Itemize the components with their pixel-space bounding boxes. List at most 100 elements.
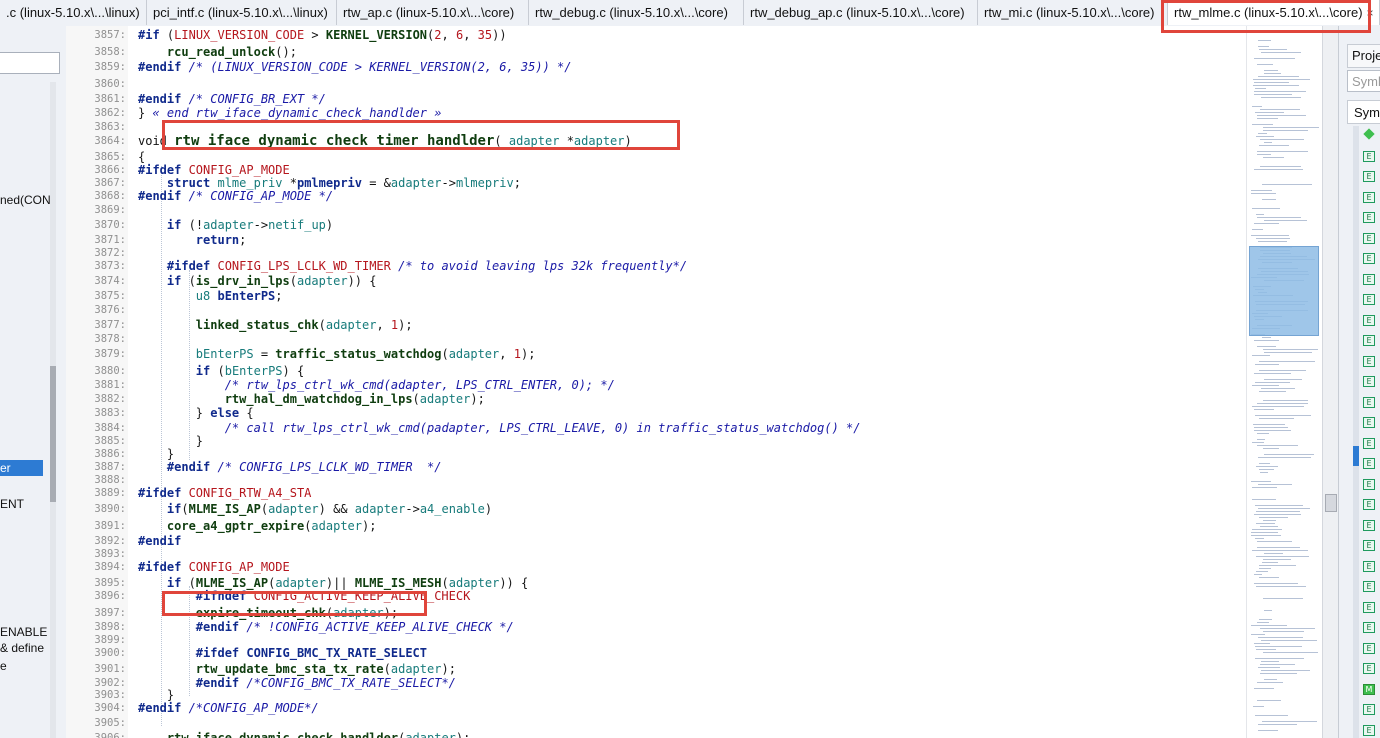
left-panel-item[interactable]: e bbox=[0, 658, 7, 674]
enum-symbol-icon[interactable]: E bbox=[1363, 437, 1375, 449]
code-token: pmlmepriv bbox=[296, 176, 362, 190]
code-token: #endif bbox=[195, 620, 247, 634]
tab-7[interactable]: rtw_mlme.c (linux-5.10.x\...\core) × bbox=[1168, 0, 1380, 25]
minimap-line bbox=[1254, 58, 1295, 59]
left-panel-item[interactable]: ENABLE bbox=[0, 624, 47, 640]
code-token: 35 bbox=[477, 28, 493, 42]
code-token: #ifndef bbox=[195, 589, 254, 603]
macro-symbol-icon[interactable]: M bbox=[1363, 683, 1375, 695]
enum-symbol-icon[interactable]: E bbox=[1363, 355, 1375, 367]
code-token: 1 bbox=[513, 347, 521, 361]
line-number: 3891: bbox=[94, 520, 126, 532]
left-panel: ned(CON er ENT ENABLE & define e bbox=[0, 26, 67, 738]
left-panel-scrollbar-thumb[interactable] bbox=[50, 366, 56, 502]
enum-symbol-icon[interactable]: E bbox=[1363, 294, 1375, 305]
code-text: /* call rtw_lps_ctrl_wk_cmd(padapter, LP… bbox=[138, 421, 861, 436]
minimap-line bbox=[1252, 385, 1279, 386]
minimap-line bbox=[1259, 568, 1271, 569]
code-token: LINUX_VERSION_CODE bbox=[174, 28, 305, 42]
left-panel-search-input[interactable] bbox=[0, 52, 60, 74]
enum-symbol-icon[interactable]: E bbox=[1363, 314, 1375, 326]
code-token: #endif bbox=[138, 534, 182, 548]
left-panel-item[interactable]: & define bbox=[0, 640, 44, 656]
tab-1[interactable]: .c (linux-5.10.x\...\linux) bbox=[0, 0, 147, 25]
minimap-line bbox=[1260, 109, 1300, 110]
minimap-line bbox=[1257, 403, 1308, 404]
code-token: /* CONFIG_AP_MODE */ bbox=[188, 189, 334, 203]
project-tab[interactable]: Project bbox=[1347, 44, 1380, 68]
code-text: #ifndef CONFIG_ACTIVE_KEEP_ALIVE_CHECK bbox=[138, 589, 471, 604]
enum-symbol-icon[interactable]: E bbox=[1363, 191, 1375, 203]
code-minimap[interactable] bbox=[1246, 26, 1323, 738]
enum-symbol-icon[interactable]: E bbox=[1363, 417, 1375, 428]
minimap-viewport[interactable] bbox=[1249, 246, 1319, 336]
minimap-line bbox=[1255, 382, 1290, 383]
enum-symbol-icon[interactable]: E bbox=[1363, 212, 1375, 223]
left-panel-item[interactable]: ned(CON bbox=[0, 192, 51, 208]
code-token: MLME_IS_MESH bbox=[354, 576, 442, 590]
symbol-list-header[interactable]: Symbol bbox=[1347, 100, 1380, 124]
enum-symbol-icon[interactable]: E bbox=[1363, 171, 1375, 182]
code-text: if (!adapter->netif_up) bbox=[138, 218, 333, 233]
code-editor[interactable]: 3857: #if (LINUX_VERSION_CODE > KERNEL_VE… bbox=[66, 26, 1246, 738]
code-token: linked_status_chk bbox=[195, 318, 319, 332]
code-token: ( bbox=[383, 662, 391, 676]
code-token: adapter bbox=[203, 218, 254, 232]
code-token: MLME_IS_AP bbox=[188, 502, 261, 516]
code-token: if bbox=[166, 576, 189, 590]
left-panel-item[interactable]: ENT bbox=[0, 496, 24, 512]
enum-symbol-icon[interactable]: E bbox=[1363, 560, 1375, 572]
enum-symbol-icon[interactable]: E bbox=[1363, 253, 1375, 264]
tab-4[interactable]: rtw_debug.c (linux-5.10.x\...\core) bbox=[529, 0, 744, 25]
line-number: 3906: bbox=[94, 732, 126, 738]
code-token: #endif bbox=[138, 60, 189, 74]
enum-symbol-icon[interactable]: E bbox=[1363, 150, 1375, 162]
enum-symbol-icon[interactable]: E bbox=[1363, 581, 1375, 592]
enum-symbol-icon[interactable]: E bbox=[1363, 232, 1375, 244]
minimap-line bbox=[1259, 469, 1274, 470]
enum-symbol-icon[interactable]: E bbox=[1363, 622, 1375, 633]
tab-close-icon[interactable]: × bbox=[1367, 6, 1374, 20]
minimap-line bbox=[1254, 430, 1291, 431]
enum-symbol-icon[interactable]: E bbox=[1363, 478, 1375, 490]
enum-symbol-icon[interactable]: E bbox=[1363, 273, 1375, 285]
tab-3[interactable]: rtw_ap.c (linux-5.10.x\...\core) bbox=[337, 0, 529, 25]
symbol-search-input[interactable]: Symbol bbox=[1347, 70, 1380, 92]
minimap-line bbox=[1254, 373, 1291, 374]
code-token: ) bbox=[383, 606, 391, 620]
function-symbol-icon[interactable] bbox=[1363, 128, 1375, 140]
enum-symbol-icon[interactable]: E bbox=[1363, 376, 1375, 387]
enum-symbol-icon[interactable]: E bbox=[1363, 396, 1375, 408]
enum-symbol-icon[interactable]: E bbox=[1363, 724, 1375, 736]
code-token: #ifdef bbox=[166, 259, 218, 273]
enum-symbol-icon[interactable]: E bbox=[1363, 642, 1375, 654]
minimap-line bbox=[1257, 541, 1292, 542]
enum-symbol-icon[interactable]: E bbox=[1363, 540, 1375, 551]
code-scrollbar-thumb[interactable] bbox=[1325, 494, 1337, 512]
enum-symbol-icon[interactable]: E bbox=[1363, 704, 1375, 715]
enum-symbol-icon[interactable]: E bbox=[1363, 335, 1375, 346]
tab-5[interactable]: rtw_debug_ap.c (linux-5.10.x\...\core) bbox=[744, 0, 978, 25]
enum-symbol-icon[interactable]: E bbox=[1363, 601, 1375, 613]
left-panel-item[interactable]: er bbox=[0, 460, 43, 476]
enum-symbol-icon[interactable]: E bbox=[1363, 499, 1375, 510]
enum-symbol-icon[interactable]: E bbox=[1363, 519, 1375, 531]
code-token: ( bbox=[441, 576, 449, 590]
line-number: 3900: bbox=[94, 647, 126, 659]
tab-6[interactable]: rtw_mi.c (linux-5.10.x\...\core) bbox=[978, 0, 1168, 25]
code-token: > bbox=[304, 28, 326, 42]
minimap-line bbox=[1254, 583, 1298, 584]
code-scrollbar[interactable] bbox=[1322, 26, 1339, 738]
tab-2[interactable]: pci_intf.c (linux-5.10.x\...\linux) bbox=[147, 0, 337, 25]
minimap-line bbox=[1253, 706, 1264, 707]
code-token: , bbox=[499, 347, 514, 361]
enum-symbol-icon[interactable]: E bbox=[1363, 663, 1375, 674]
enum-symbol-icon[interactable]: E bbox=[1363, 458, 1375, 469]
code-token: #endif bbox=[166, 460, 218, 474]
